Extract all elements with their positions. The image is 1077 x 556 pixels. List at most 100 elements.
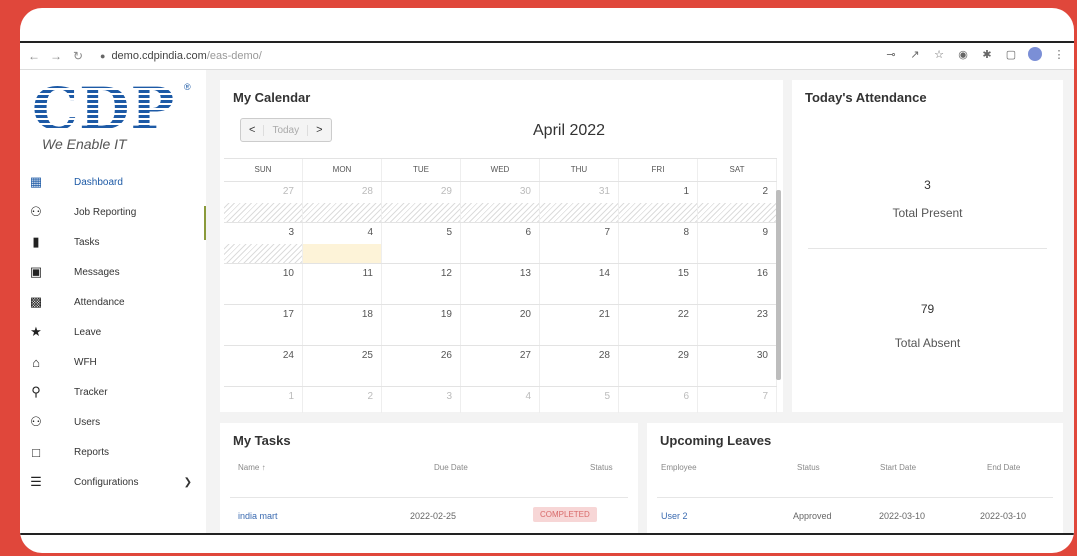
sidebar-item-attendance[interactable]: ▩ Attendance [20, 287, 206, 317]
col-header-employee[interactable]: Employee [661, 463, 697, 472]
extensions-icon[interactable]: ✱ [980, 48, 994, 61]
share-icon[interactable]: ↗ [908, 48, 922, 61]
calendar-day[interactable]: 14 [540, 264, 619, 304]
calendar-day[interactable]: 17 [224, 305, 303, 345]
sidebar-item-label: Tracker [74, 386, 108, 398]
col-header-status[interactable]: Status [590, 463, 613, 472]
camera-icon[interactable]: ◉ [956, 48, 970, 61]
sidebar-item-job-reporting[interactable]: ⚇ Job Reporting [20, 197, 206, 227]
calendar-day[interactable]: 4 [461, 387, 540, 413]
calendar-day[interactable]: 28 [540, 346, 619, 386]
calendar-day[interactable]: 1 [224, 387, 303, 413]
col-header-status[interactable]: Status [797, 463, 820, 472]
sidebar-item-users[interactable]: ⚇ Users [20, 407, 206, 437]
sidebar-item-reports[interactable]: □ Reports [20, 437, 206, 467]
calendar-day[interactable]: 2 [698, 182, 777, 222]
calendar-day[interactable]: 12 [382, 264, 461, 304]
today-button[interactable]: Today [263, 124, 309, 136]
sidebar-item-messages[interactable]: ▣ Messages [20, 257, 206, 287]
calendar-day[interactable]: 10 [224, 264, 303, 304]
sidebar-item-dashboard[interactable]: ▦ Dashboard [20, 167, 206, 197]
calendar-day[interactable]: 13 [461, 264, 540, 304]
calendar-day[interactable]: 25 [303, 346, 382, 386]
calendar-day[interactable]: 1 [619, 182, 698, 222]
calendar-day[interactable]: 7 [540, 223, 619, 263]
calendar-day[interactable]: 8 [619, 223, 698, 263]
sidebar-item-leave[interactable]: ★ Leave [20, 317, 206, 347]
calendar-day[interactable]: 18 [303, 305, 382, 345]
calendar-day[interactable]: 28 [303, 182, 382, 222]
calendar-day[interactable]: 19 [382, 305, 461, 345]
prev-month-button[interactable]: < [241, 124, 263, 136]
sidepanel-icon[interactable]: ▢ [1004, 48, 1018, 61]
calendar-day[interactable]: 23 [698, 305, 777, 345]
calendar-day[interactable]: 11 [303, 264, 382, 304]
day-number: 12 [440, 268, 452, 279]
calendar-day[interactable]: 31 [540, 182, 619, 222]
employee-link[interactable]: User 2 [661, 511, 688, 521]
col-header-name[interactable]: Name ↑ [238, 463, 266, 472]
col-header-end-date[interactable]: End Date [987, 463, 1020, 472]
lock-icon[interactable]: ● [100, 51, 105, 61]
calendar-day[interactable]: 6 [619, 387, 698, 413]
profile-avatar[interactable] [1028, 47, 1042, 61]
day-number: 29 [677, 350, 689, 361]
reload-icon[interactable]: ↻ [70, 49, 86, 63]
calendar-scrollbar[interactable] [776, 190, 781, 380]
back-arrow-icon[interactable]: ← [26, 49, 42, 63]
day-number: 21 [598, 309, 610, 320]
sidebar-item-tracker[interactable]: ⚲ Tracker [20, 377, 206, 407]
calendar-day[interactable]: 7 [698, 387, 777, 413]
calendar-day[interactable]: 26 [382, 346, 461, 386]
day-number: 3 [446, 391, 452, 402]
day-number: 10 [282, 268, 294, 279]
next-month-button[interactable]: > [308, 124, 330, 136]
calendar-day[interactable]: 29 [619, 346, 698, 386]
calendar-day[interactable]: 16 [698, 264, 777, 304]
chevron-down-icon[interactable]: ❯ [184, 477, 192, 488]
weekday-label: THU [540, 159, 619, 181]
calendar-day[interactable]: 15 [619, 264, 698, 304]
calendar-day[interactable]: 20 [461, 305, 540, 345]
calendar-day-today[interactable]: 4 [303, 223, 382, 263]
calendar-day[interactable]: 9 [698, 223, 777, 263]
sidebar-item-label: Messages [74, 266, 120, 278]
calendar-day[interactable]: 3 [382, 387, 461, 413]
col-header-due-date[interactable]: Due Date [434, 463, 468, 472]
calendar-day[interactable]: 22 [619, 305, 698, 345]
calendar-day[interactable]: 2 [303, 387, 382, 413]
calendar-day[interactable]: 30 [461, 182, 540, 222]
calendar-day[interactable]: 3 [224, 223, 303, 263]
sidebar-item-wfh[interactable]: ⌂ WFH [20, 347, 206, 377]
file-icon: ▮ [32, 234, 40, 249]
sidebar-item-label: Tasks [74, 236, 100, 248]
sidebar-item-configurations[interactable]: ☰ Configurations ❯ [20, 467, 206, 497]
day-number: 11 [362, 268, 373, 279]
address-bar[interactable]: demo.cdpindia.com/eas-demo/ [111, 50, 261, 62]
day-number: 14 [598, 268, 610, 279]
sidebar-item-label: Reports [74, 446, 110, 458]
weekday-label: SAT [698, 159, 777, 181]
calendar-day[interactable]: 29 [382, 182, 461, 222]
calendar-day[interactable]: 5 [382, 223, 461, 263]
calendar-day[interactable]: 21 [540, 305, 619, 345]
contact-card-icon: ▩ [29, 294, 43, 309]
task-name-link[interactable]: india mart [238, 511, 278, 521]
calendar-day[interactable]: 30 [698, 346, 777, 386]
menu-dots-icon[interactable]: ⋮ [1052, 48, 1066, 61]
star-icon[interactable]: ☆ [932, 48, 946, 61]
forward-arrow-icon[interactable]: → [48, 49, 64, 63]
calendar-day[interactable]: 6 [461, 223, 540, 263]
leaves-title: Upcoming Leaves [660, 433, 772, 448]
day-number: 20 [519, 309, 531, 320]
col-header-start-date[interactable]: Start Date [880, 463, 916, 472]
present-count: 3 [924, 178, 931, 192]
calendar-day[interactable]: 27 [461, 346, 540, 386]
key-icon[interactable]: ⊸ [884, 48, 898, 61]
sidebar-item-tasks[interactable]: ▮ Tasks [20, 227, 206, 257]
calendar-day[interactable]: 24 [224, 346, 303, 386]
hatched-band [698, 203, 776, 222]
hatched-band [619, 203, 697, 222]
calendar-day[interactable]: 27 [224, 182, 303, 222]
calendar-day[interactable]: 5 [540, 387, 619, 413]
